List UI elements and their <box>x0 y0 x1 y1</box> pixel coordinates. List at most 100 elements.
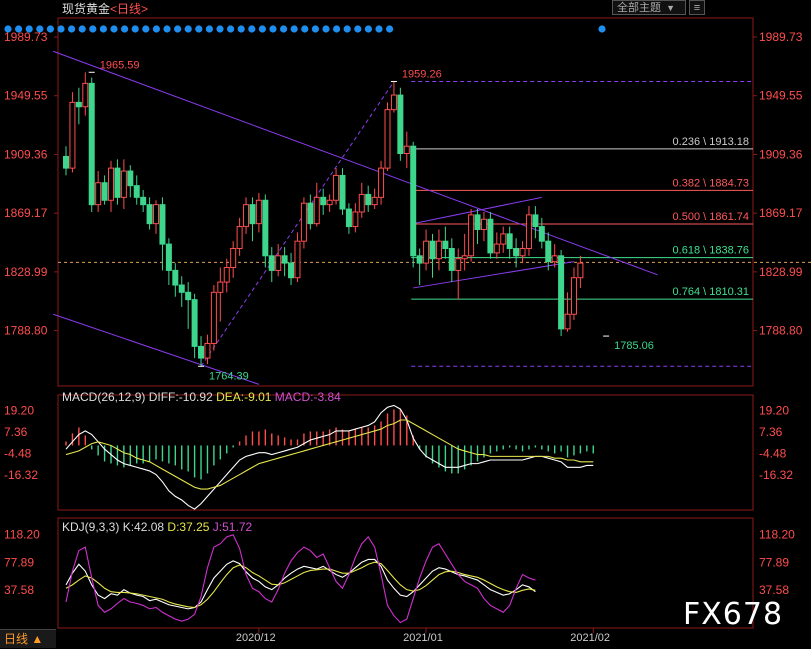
price-extreme-label: 1764.39 <box>209 370 249 382</box>
marker-dot <box>174 25 182 33</box>
instrument-title: 现货黄金 <box>62 2 111 16</box>
candle-body <box>474 214 481 230</box>
marker-dot <box>195 25 203 33</box>
fx678-watermark: FX678 <box>683 597 784 632</box>
candle-body <box>82 82 89 108</box>
candle-body <box>69 101 76 169</box>
time-tick-label: 2021/02 <box>570 632 610 644</box>
candle-body <box>133 185 140 198</box>
marker-dot <box>237 25 245 33</box>
candle-body <box>532 214 539 228</box>
candle-body <box>506 233 513 249</box>
candle-body <box>333 174 340 201</box>
candle-body <box>345 208 352 228</box>
candle-body <box>198 345 205 359</box>
candle-body <box>493 243 500 254</box>
marker-dot <box>386 25 394 33</box>
candle-body <box>513 247 520 257</box>
candle-body <box>429 240 436 260</box>
price-tick-label-right: 1869.17 <box>759 206 803 220</box>
trendline <box>200 81 395 367</box>
candle-body <box>558 255 565 330</box>
marker-dot <box>258 25 266 33</box>
candle-body <box>300 202 307 242</box>
candle-body <box>577 262 584 279</box>
candle-body <box>114 167 121 198</box>
trendline <box>413 261 575 289</box>
candle-body <box>236 226 243 249</box>
candle-body <box>551 255 558 263</box>
candle-body <box>172 269 179 286</box>
marker-dot <box>121 25 129 33</box>
marker-dot <box>216 25 224 33</box>
fib-level-label: 0.236 \ 1913.18 <box>673 136 749 148</box>
price-extreme-label: 1965.59 <box>100 59 140 71</box>
marker-dot <box>301 25 309 33</box>
candle-body <box>281 255 288 264</box>
candle-body <box>326 199 333 206</box>
menu-button[interactable]: ≡ <box>689 0 705 15</box>
marker-dot <box>184 25 192 33</box>
marker-dot <box>78 25 86 33</box>
kdj-d-line <box>65 561 536 609</box>
candle-body <box>519 247 526 257</box>
marker-dot <box>46 25 55 33</box>
candle-body <box>217 281 224 293</box>
price-extreme-label: 1785.06 <box>614 340 654 352</box>
marker-dot <box>269 25 277 33</box>
theme-select-label: 全部主题 <box>617 2 661 14</box>
time-tick-label: 2020/12 <box>236 632 276 644</box>
candle-body <box>255 199 262 225</box>
candle-body <box>243 204 250 228</box>
candle-body <box>268 255 275 271</box>
price-tick-label-right: 1909.36 <box>759 147 803 161</box>
marker-dot <box>280 25 288 33</box>
candle-body <box>63 155 69 169</box>
candle-body <box>223 266 230 283</box>
chart-header: 现货黄金<日线> <box>62 0 148 17</box>
fib-level-label: 0.382 \ 1884.73 <box>673 177 749 189</box>
fib-level-label: 0.618 \ 1838.76 <box>673 245 749 257</box>
marker-dot <box>375 25 383 33</box>
price-tick-label-left: 1788.80 <box>4 324 48 338</box>
candle-body <box>185 291 192 301</box>
macd-tick-right: 19.20 <box>759 404 789 418</box>
macd-diff-line <box>65 404 594 510</box>
candle-body <box>570 277 577 315</box>
marker-dot <box>99 25 107 33</box>
time-tick-label: 2021/01 <box>403 632 443 644</box>
price-tick-label-left: 1828.99 <box>4 265 48 279</box>
marker-dot <box>227 25 235 33</box>
candle-body <box>120 170 127 198</box>
period-select-button[interactable]: 日线 ▲ <box>0 629 56 648</box>
price-tick-label-left: 1949.55 <box>4 89 48 103</box>
kdj-tick-left: 37.58 <box>4 583 34 597</box>
candle-body <box>101 182 108 201</box>
kdj-title: KDJ(9,3,3) <box>62 520 120 534</box>
price-tick-label-right: 1788.80 <box>759 324 803 338</box>
price-tick-label-right: 1949.55 <box>759 89 803 103</box>
candle-body <box>313 196 320 225</box>
marker-dot <box>343 25 351 33</box>
marker-dot <box>142 25 150 33</box>
trendline <box>52 50 658 276</box>
theme-select-button[interactable]: 全部主题 ▼ <box>612 0 686 15</box>
candle-body <box>410 145 417 257</box>
candle-body <box>230 247 237 268</box>
candle-body <box>140 196 147 206</box>
candle-body <box>397 94 404 155</box>
period-link[interactable]: <日线> <box>110 2 148 16</box>
marker-dot <box>131 25 139 33</box>
price-tick-label-left: 1909.36 <box>4 147 48 161</box>
candle-body <box>127 170 134 187</box>
marker-dot <box>205 25 213 33</box>
kdj-tick-right: 37.58 <box>759 583 789 597</box>
hamburger-icon: ≡ <box>693 2 701 14</box>
gold-daily-chart[interactable]: 1989.73 1989.73 1949.55 1949.55 1909.36 1909.… <box>0 0 811 648</box>
candle-body <box>153 204 160 225</box>
macd-tick-left: 7.36 <box>4 425 28 439</box>
candle-body <box>371 196 378 206</box>
candle-body <box>88 82 95 206</box>
marker-dot <box>333 25 341 33</box>
candle-body <box>461 255 468 260</box>
